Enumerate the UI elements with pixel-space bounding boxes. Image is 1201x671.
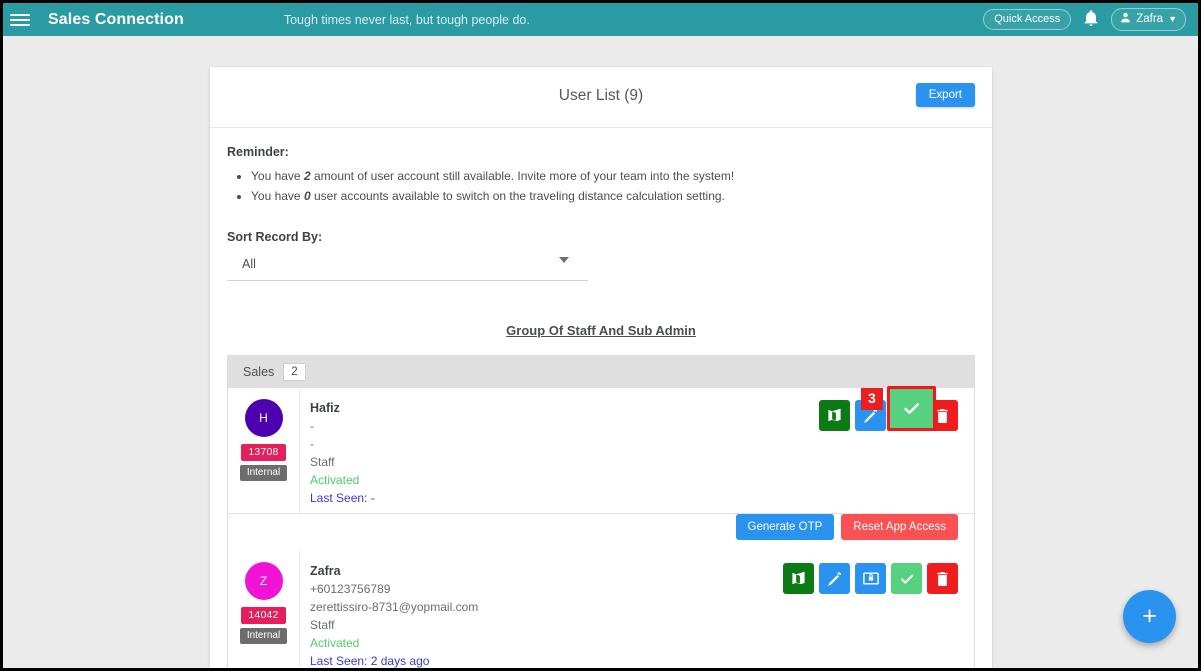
highlighted-approve-check-icon[interactable] [890, 389, 933, 428]
avatar: H [244, 399, 283, 437]
user-avatar-icon [1120, 12, 1131, 26]
notification-bell-icon[interactable] [1084, 10, 1098, 29]
user-type-badge: Internal [239, 465, 288, 481]
row-otp-bar: Generate OTP Reset App Access [228, 514, 974, 551]
annotation-step-number: 3 [861, 388, 883, 410]
quick-access-button[interactable]: Quick Access [983, 9, 1072, 30]
user-identity-column: Z 14042 Internal [228, 551, 300, 668]
reminder-item: You have 2 amount of user account still … [251, 166, 992, 186]
group-section-title[interactable]: Group Of Staff And Sub Admin [210, 323, 992, 338]
user-role: Staff [310, 455, 335, 469]
user-id-badge: 14042 [241, 607, 286, 624]
reminder-list: You have 2 amount of user account still … [251, 166, 992, 206]
row-action-group [783, 563, 958, 594]
app-screen: Sales Connection Tough times never last,… [3, 3, 1198, 668]
card-header: User List (9) Export [210, 67, 992, 128]
reminder-item-pre: You have [251, 189, 304, 203]
delete-trash-icon-button[interactable] [927, 563, 958, 594]
sort-record-value: All [242, 257, 256, 271]
top-navigation-bar: Sales Connection Tough times never last,… [3, 3, 1198, 36]
add-user-fab-button[interactable]: + [1123, 590, 1176, 643]
user-chip-name: Zafra [1136, 13, 1164, 25]
topbar-right-group: Quick Access Zafra ▼ [983, 8, 1198, 31]
reminder-item: You have 0 user accounts available to sw… [251, 186, 992, 206]
sort-record-label: Sort Record By: [227, 230, 323, 244]
map-icon-button[interactable] [783, 563, 814, 594]
avatar: Z [244, 562, 283, 600]
reset-app-access-button[interactable]: Reset App Access [841, 514, 958, 540]
section-count-badge: 2 [283, 363, 306, 381]
user-list-card: User List (9) Export Reminder: You have … [210, 67, 992, 668]
user-last-seen: Last Seen: 2 days ago [310, 654, 430, 668]
export-button[interactable]: Export [915, 83, 975, 107]
section-header: Sales 2 [228, 356, 974, 388]
table-row: Z 14042 Internal Zafra +60123756789 zere… [228, 551, 974, 668]
dropdown-arrow-icon [559, 257, 569, 263]
user-account-menu[interactable]: Zafra ▼ [1111, 8, 1186, 31]
user-status: Activated [310, 473, 360, 487]
page-title: User List (9) [558, 87, 644, 104]
hamburger-menu-icon[interactable] [10, 13, 44, 26]
access-card-icon-button[interactable] [855, 563, 886, 594]
user-email: zerettissiro-8731@yopmail.com [310, 600, 479, 614]
row-action-group [819, 400, 958, 431]
user-status: Activated [310, 636, 360, 650]
generate-otp-button[interactable]: Generate OTP [735, 514, 835, 540]
sort-record-block: Sort Record By: All [210, 206, 992, 281]
reminder-item-value: 2 [303, 169, 311, 183]
user-role: Staff [310, 618, 335, 632]
section-name: Sales [243, 365, 275, 379]
chevron-down-icon: ▼ [1168, 14, 1177, 24]
reminder-item-post: amount of user account still available. … [310, 169, 735, 183]
reminder-item-pre: You have [251, 169, 304, 183]
map-icon-button[interactable] [819, 400, 850, 431]
reminder-block: Reminder: You have 2 amount of user acco… [210, 128, 992, 206]
user-last-seen: Last Seen: - [310, 491, 375, 505]
user-id-badge: 13708 [241, 444, 286, 461]
user-identity-column: H 13708 Internal [228, 388, 300, 513]
app-brand-title: Sales Connection [48, 10, 184, 28]
user-email: - [310, 437, 314, 451]
user-type-badge: Internal [239, 628, 288, 644]
motivational-quote: Tough times never last, but tough people… [283, 12, 530, 27]
sort-record-select[interactable]: All [227, 255, 588, 281]
approve-check-icon-button[interactable] [891, 563, 922, 594]
edit-icon-button[interactable] [819, 563, 850, 594]
reminder-item-post: user accounts available to switch on the… [310, 189, 725, 203]
reminder-heading: Reminder: [227, 145, 289, 159]
reminder-item-value: 0 [303, 189, 311, 203]
